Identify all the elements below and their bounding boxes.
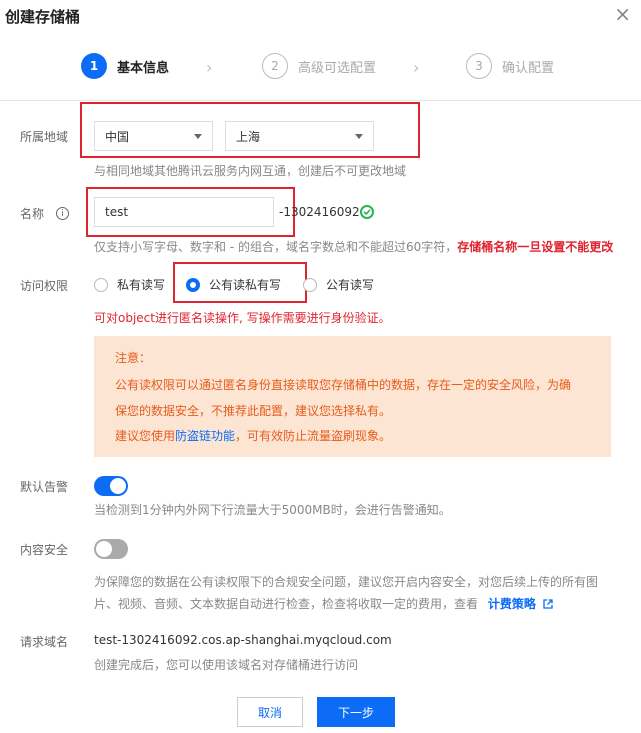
warning-notice: 注意： 公有读权限可以通过匿名身份直接读取您存储桶中的数据，存在一定的安全风险，… bbox=[94, 336, 611, 457]
region-hint: 与相同地域其他腾讯云服务内网互通，创建后不可更改地域 bbox=[94, 164, 407, 178]
access-hint: 可对object进行匿名读操作, 写操作需要进行身份验证。 bbox=[94, 311, 391, 325]
toggle-knob bbox=[96, 541, 112, 557]
content-security-hint-row: 片、视频、音频、文本数据自动进行检查，检查将收取一定的费用，查看 计费策略 bbox=[94, 595, 553, 612]
radio-circle bbox=[303, 277, 317, 292]
access-label: 访问权限 bbox=[20, 279, 69, 293]
dialog-header: 创建存储桶 × bbox=[0, 0, 641, 36]
step-number: 2 bbox=[262, 53, 288, 79]
domain-value: test-1302416092.cos.ap-shanghai.myqcloud… bbox=[94, 633, 392, 647]
step-label: 高级可选配置 bbox=[298, 60, 377, 76]
divider bbox=[0, 100, 641, 101]
content-security-label: 内容安全 bbox=[20, 543, 69, 557]
step-label: 确认配置 bbox=[502, 60, 555, 76]
alarm-label: 默认告警 bbox=[20, 480, 69, 494]
notice-line: 保您的数据安全，不推荐此配置，建议您选择私有。 bbox=[115, 404, 392, 418]
radio-circle bbox=[94, 277, 108, 292]
notice-text: ，可有效防止流量盗刷现象。 bbox=[235, 429, 392, 443]
domain-hint: 创建完成后，您可以使用该域名对存储桶进行访问 bbox=[94, 658, 359, 672]
content-security-hint: 片、视频、音频、文本数据自动进行检查，检查将收取一定的费用，查看 bbox=[94, 597, 479, 611]
radio-private[interactable]: 私有读写 bbox=[94, 276, 165, 293]
domain-label: 请求域名 bbox=[20, 635, 69, 649]
content-security-hint: 为保障您的数据在公有读权限下的合规安全问题，建议您开启内容安全，对您后续上传的所… bbox=[94, 575, 599, 589]
step-number: 3 bbox=[466, 53, 492, 79]
step-label: 基本信息 bbox=[117, 60, 170, 76]
appid-suffix: -1302416092 bbox=[279, 205, 360, 219]
country-select[interactable]: 中国 bbox=[94, 121, 213, 151]
step-number: 1 bbox=[81, 53, 107, 79]
billing-policy-link[interactable]: 计费策略 bbox=[488, 597, 536, 611]
chevron-right-icon: › bbox=[413, 58, 420, 77]
name-label: 名称 bbox=[20, 207, 45, 221]
next-step-button[interactable]: 下一步 bbox=[317, 697, 395, 727]
chevron-right-icon: › bbox=[206, 58, 213, 77]
alarm-hint: 当检测到1分钟内外网下行流量大于5000MB时，会进行告警通知。 bbox=[94, 503, 451, 517]
hotlink-protection-link[interactable]: 防盗链功能 bbox=[175, 429, 235, 443]
name-hint-row: 仅支持小写字母、数字和 - 的组合，域名字数总和不能超过60字符，存储桶名称一旦… bbox=[94, 238, 613, 255]
notice-text: 建议您使用 bbox=[115, 429, 176, 443]
notice-line: 建议您使用防盗链功能，可有效防止流量盗刷现象。 bbox=[115, 427, 391, 444]
external-link-icon[interactable] bbox=[543, 598, 553, 612]
radio-circle bbox=[186, 277, 200, 292]
step-confirm-config: 3 确认配置 bbox=[466, 52, 554, 80]
check-icon bbox=[360, 205, 374, 219]
radio-label: 公有读写 bbox=[326, 278, 375, 292]
cancel-button[interactable]: 取消 bbox=[237, 697, 303, 727]
country-value: 中国 bbox=[105, 129, 130, 144]
bucket-name-input[interactable]: test bbox=[94, 197, 274, 227]
name-warning: 存储桶名称一旦设置不能更改 bbox=[457, 240, 614, 254]
step-indicator: 1 基本信息 › 2 高级可选配置 › 3 确认配置 bbox=[0, 52, 641, 82]
name-label-row: 名称 i bbox=[20, 205, 70, 222]
notice-line: 公有读权限可以通过匿名身份直接读取您存储桶中的数据，存在一定的安全风险，为确 bbox=[115, 378, 572, 392]
close-icon[interactable]: × bbox=[614, 4, 631, 24]
info-icon[interactable]: i bbox=[56, 207, 70, 220]
dialog-title: 创建存储桶 bbox=[5, 8, 81, 26]
region-label: 所属地域 bbox=[20, 130, 69, 144]
alarm-toggle[interactable] bbox=[94, 476, 128, 496]
content-security-toggle[interactable] bbox=[94, 539, 128, 559]
city-value: 上海 bbox=[236, 129, 261, 144]
notice-title: 注意： bbox=[115, 351, 152, 365]
step-basic-info: 1 基本信息 bbox=[81, 52, 169, 80]
caret-down-icon bbox=[194, 134, 202, 139]
city-select[interactable]: 上海 bbox=[225, 121, 374, 151]
toggle-knob bbox=[110, 478, 126, 494]
radio-public-read-write[interactable]: 公有读写 bbox=[303, 276, 374, 293]
radio-label: 公有读私有写 bbox=[209, 278, 282, 292]
radio-public-read-private-write[interactable]: 公有读私有写 bbox=[186, 276, 281, 293]
step-advanced-config: 2 高级可选配置 bbox=[262, 52, 376, 80]
name-hint: 仅支持小写字母、数字和 - 的组合，域名字数总和不能超过60字符， bbox=[94, 240, 458, 254]
radio-label: 私有读写 bbox=[117, 278, 166, 292]
caret-down-icon bbox=[355, 134, 363, 139]
